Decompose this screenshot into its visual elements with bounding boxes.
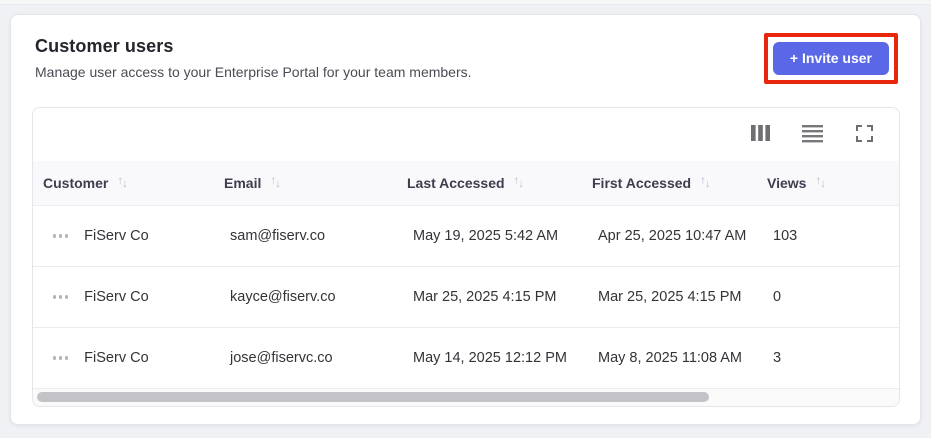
table-header-row: Customer ↑ ↓ Email ↑ ↓ Last Accessed ↑ ↓ Fi… xyxy=(33,161,899,206)
ellipsis-dot xyxy=(58,356,63,360)
table-body: FiServ Co sam@fiserv.co May 19, 2025 5:4… xyxy=(33,206,899,389)
top-edge-strip xyxy=(0,0,931,5)
views-cell: 103 xyxy=(773,228,798,244)
ellipsis-dot xyxy=(53,295,57,299)
views-cell: 3 xyxy=(773,350,782,366)
ellipsis-dot xyxy=(64,234,69,238)
panel-header-text: Customer users Manage user access to you… xyxy=(35,36,472,80)
column-header-email[interactable]: Email ↑ ↓ xyxy=(214,175,397,191)
column-header-label: Customer xyxy=(43,175,109,191)
email-cell: kayce@fiserv.co xyxy=(230,289,336,305)
customer-cell: FiServ Co xyxy=(84,228,149,244)
first-accessed-cell: Mar 25, 2025 4:15 PM xyxy=(598,289,742,305)
sort-icon[interactable]: ↑ ↓ xyxy=(815,176,826,190)
table-toolbar xyxy=(33,108,899,161)
fullscreen-button[interactable] xyxy=(847,118,881,152)
ellipsis-dot xyxy=(58,295,63,299)
email-cell: jose@fiservc.co xyxy=(230,350,333,366)
last-accessed-cell: May 19, 2025 5:42 AM xyxy=(413,228,559,244)
show-hide-columns-button[interactable] xyxy=(743,118,777,152)
ellipsis-dot xyxy=(64,295,69,299)
column-header-last-accessed[interactable]: Last Accessed ↑ ↓ xyxy=(397,175,582,191)
horizontal-scrollbar-thumb[interactable] xyxy=(37,392,709,402)
horizontal-scrollbar[interactable] xyxy=(33,389,899,406)
customer-cell: FiServ Co xyxy=(84,289,149,305)
row-actions-button[interactable] xyxy=(49,289,72,304)
page-title: Customer users xyxy=(35,36,174,56)
column-header-first-accessed[interactable]: First Accessed ↑ ↓ xyxy=(582,175,757,191)
show-hide-columns-icon xyxy=(750,124,771,145)
density-toggle-button[interactable] xyxy=(795,118,829,152)
sort-icon[interactable]: ↑ ↓ xyxy=(700,176,711,190)
sort-icon[interactable]: ↑ ↓ xyxy=(514,176,525,190)
customer-users-panel: Customer users Manage user access to you… xyxy=(10,14,921,425)
table-row[interactable]: FiServ Co sam@fiserv.co May 19, 2025 5:4… xyxy=(33,206,899,267)
ellipsis-dot xyxy=(64,356,69,360)
annotation-highlight-box: + Invite user xyxy=(763,33,898,84)
column-header-label: Views xyxy=(767,175,807,191)
email-cell: sam@fiserv.co xyxy=(230,228,326,244)
column-header-label: Last Accessed xyxy=(407,175,505,191)
sort-icon[interactable]: ↑ ↓ xyxy=(270,176,281,190)
page-subtitle: Manage user access to your Enterprise Po… xyxy=(35,64,472,80)
invite-user-button[interactable]: + Invite user xyxy=(772,42,889,75)
table-row[interactable]: FiServ Co jose@fiservc.co May 14, 2025 1… xyxy=(33,328,899,389)
sort-icon[interactable]: ↑ ↓ xyxy=(117,176,128,190)
ellipsis-dot xyxy=(53,234,57,238)
row-actions-button[interactable] xyxy=(49,228,72,243)
column-header-views[interactable]: Views ↑ ↓ xyxy=(757,175,899,191)
column-header-label: First Accessed xyxy=(592,175,692,191)
row-actions-button[interactable] xyxy=(49,350,72,365)
fullscreen-icon xyxy=(855,124,873,145)
first-accessed-cell: May 8, 2025 11:08 AM xyxy=(598,350,743,366)
last-accessed-cell: Mar 25, 2025 4:15 PM xyxy=(413,289,557,305)
column-header-customer[interactable]: Customer ↑ ↓ xyxy=(33,175,214,191)
table-row[interactable]: FiServ Co kayce@fiserv.co Mar 25, 2025 4… xyxy=(33,267,899,328)
last-accessed-cell: May 14, 2025 12:12 PM xyxy=(413,350,567,366)
ellipsis-dot xyxy=(53,356,57,360)
customer-cell: FiServ Co xyxy=(84,350,149,366)
ellipsis-dot xyxy=(58,234,63,238)
panel-header: Customer users Manage user access to you… xyxy=(11,15,920,84)
column-header-label: Email xyxy=(224,175,262,191)
views-cell: 0 xyxy=(773,289,782,305)
users-table: Customer ↑ ↓ Email ↑ ↓ Last Accessed ↑ ↓ Fi… xyxy=(32,107,900,407)
density-toggle-icon xyxy=(801,124,823,146)
first-accessed-cell: Apr 25, 2025 10:47 AM xyxy=(598,228,747,244)
